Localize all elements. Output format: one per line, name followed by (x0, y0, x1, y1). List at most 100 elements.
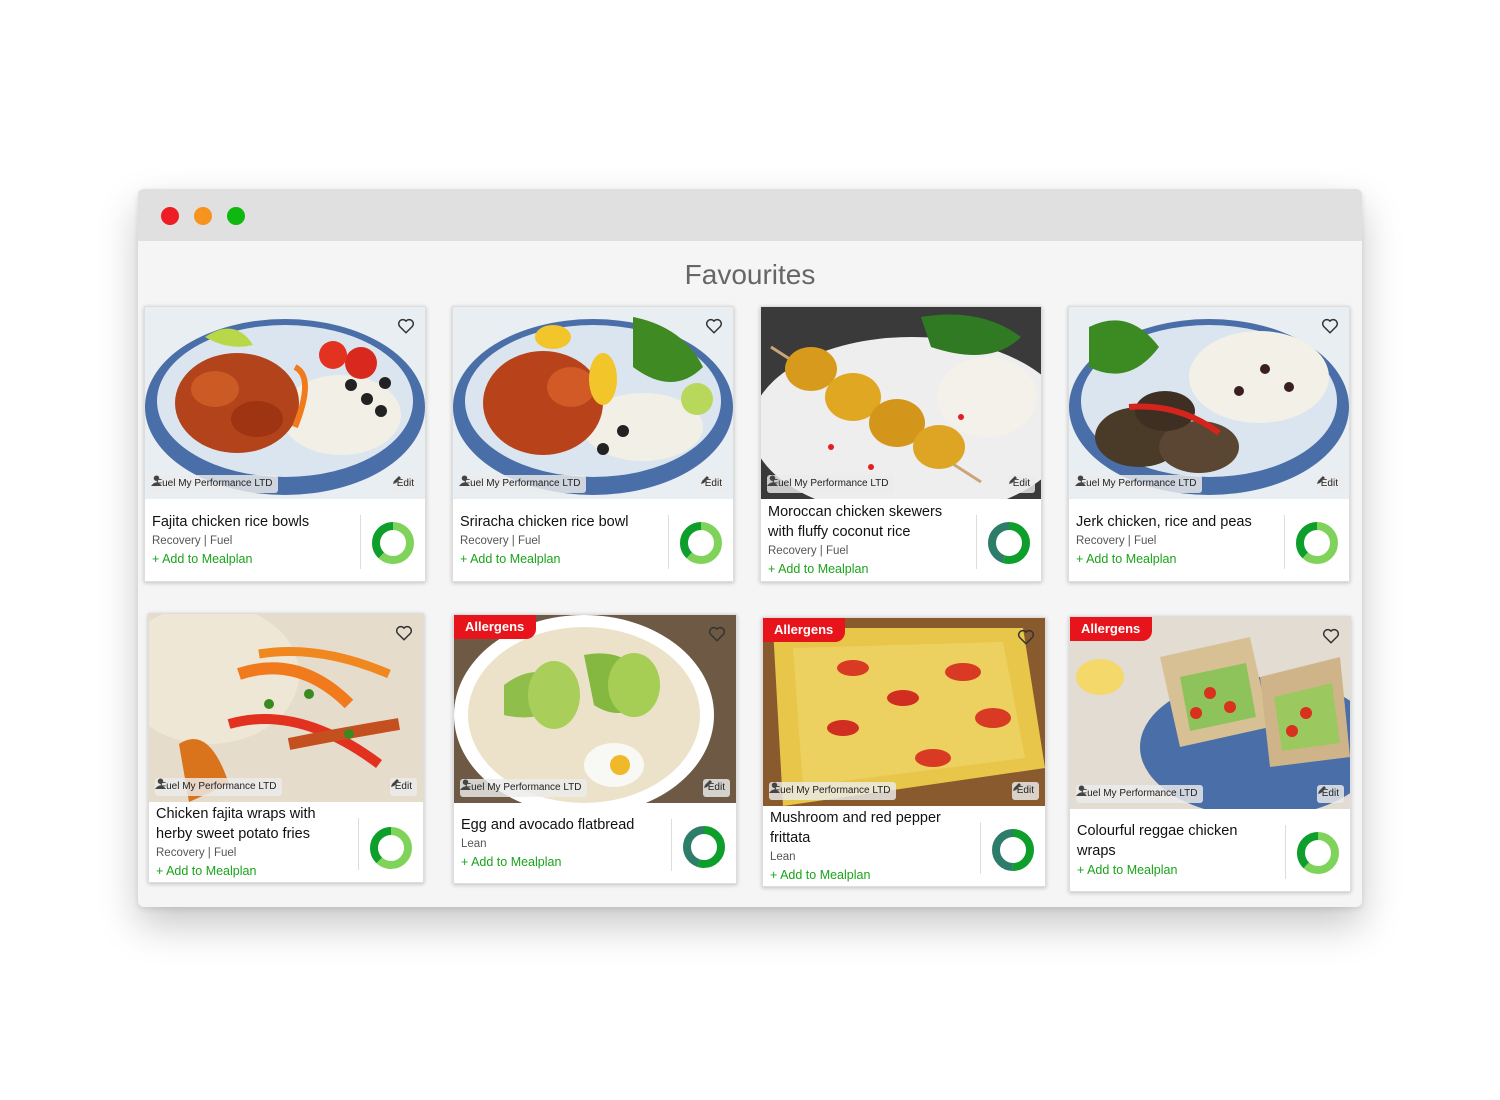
edit-button[interactable]: Edit (391, 475, 419, 493)
close-window-button[interactable] (161, 207, 179, 225)
allergens-badge[interactable]: Allergens (454, 615, 537, 639)
recipe-title[interactable]: Chicken fajita wraps with herby sweet po… (156, 804, 353, 844)
nutrition-donut-chart[interactable] (369, 826, 413, 870)
frittata-photo (763, 618, 1045, 806)
add-to-mealplan-link[interactable]: + Add to Mealplan (461, 853, 666, 871)
edit-button[interactable]: Edit (699, 475, 727, 493)
nutrition-donut-chart[interactable] (679, 521, 723, 565)
recipe-card[interactable]: Fuel My Performance LTD Edit Sriracha ch… (452, 306, 734, 582)
author-name: Fuel My Performance LTD (160, 781, 277, 792)
nutrition-donut-chart[interactable] (987, 521, 1031, 565)
recipe-info: Moroccan chicken skewers with fluffy coc… (761, 499, 971, 581)
add-to-mealplan-link[interactable]: + Add to Mealplan (768, 560, 971, 578)
author-name: Fuel My Performance LTD (156, 478, 273, 489)
recipe-card[interactable]: Allergens Fuel My Performance LTD Edit C… (1069, 616, 1351, 892)
recipe-card[interactable]: Allergens Fuel My Performance LTD Edit M… (762, 617, 1046, 887)
recipe-photo[interactable]: Allergens Fuel My Performance LTD Edit (763, 618, 1045, 806)
rice-bowl-photo (1069, 307, 1349, 499)
recipe-title[interactable]: Moroccan chicken skewers with fluffy coc… (768, 502, 971, 542)
donut-svg (992, 829, 1034, 871)
recipe-title[interactable]: Mushroom and red pepper frittata (770, 808, 975, 848)
recipe-photo[interactable]: Fuel My Performance LTD Edit (453, 307, 733, 499)
divider (360, 515, 361, 569)
recipe-title[interactable]: Egg and avocado flatbread (461, 815, 666, 835)
recipe-info: Chicken fajita wraps with herby sweet po… (149, 802, 353, 882)
favourite-heart-icon[interactable] (397, 317, 415, 335)
recipe-info: Colourful reggae chicken wraps + Add to … (1070, 809, 1280, 891)
recipe-title[interactable]: Colourful reggae chicken wraps (1077, 821, 1280, 861)
recipe-card[interactable]: Allergens Fuel My Performance LTD Edit E… (453, 614, 737, 884)
add-to-mealplan-link[interactable]: + Add to Mealplan (156, 862, 353, 880)
author-name: Fuel My Performance LTD (1080, 478, 1197, 489)
recipe-photo[interactable]: Fuel My Performance LTD Edit (1069, 307, 1349, 499)
person-icon (1075, 475, 1086, 486)
author-badge: Fuel My Performance LTD (1076, 785, 1203, 803)
chicken-wraps-photo (1070, 617, 1350, 809)
edit-button[interactable]: Edit (702, 779, 730, 797)
edit-button[interactable]: Edit (1007, 475, 1035, 493)
author-name: Fuel My Performance LTD (465, 782, 582, 793)
add-to-mealplan-link[interactable]: + Add to Mealplan (1077, 861, 1280, 879)
author-badge: Fuel My Performance LTD (769, 782, 896, 800)
donut-svg (1296, 522, 1338, 564)
edit-button[interactable]: Edit (1011, 782, 1039, 800)
favourite-heart-icon[interactable] (705, 317, 723, 335)
recipe-tags: Recovery | Fuel (156, 847, 237, 859)
add-to-mealplan-link[interactable]: + Add to Mealplan (1076, 550, 1279, 568)
recipe-photo[interactable]: Fuel My Performance LTD Edit (761, 307, 1041, 499)
allergens-badge[interactable]: Allergens (1070, 617, 1153, 641)
person-icon (151, 475, 162, 486)
author-name: Fuel My Performance LTD (772, 478, 889, 489)
edit-button[interactable]: Edit (1316, 785, 1344, 803)
recipe-title[interactable]: Sriracha chicken rice bowl (460, 512, 663, 532)
edit-button[interactable]: Edit (1315, 475, 1343, 493)
edit-button[interactable]: Edit (389, 778, 417, 796)
pencil-icon (1316, 476, 1325, 484)
author-badge: Fuel My Performance LTD (1075, 475, 1202, 493)
pencil-icon (390, 779, 399, 787)
person-icon (767, 475, 778, 486)
add-to-mealplan-link[interactable]: + Add to Mealplan (770, 866, 975, 884)
divider (1285, 825, 1286, 879)
recipe-photo[interactable]: Fuel My Performance LTD Edit (149, 614, 423, 802)
recipe-info: Mushroom and red pepper frittata Lean + … (763, 806, 975, 886)
nutrition-donut-chart[interactable] (1295, 521, 1339, 565)
favourite-heart-icon[interactable] (1321, 317, 1339, 335)
recipe-card[interactable]: Fuel My Performance LTD Edit Fajita chic… (144, 306, 426, 582)
maximize-window-button[interactable] (227, 207, 245, 225)
person-icon (155, 778, 166, 789)
add-to-mealplan-link[interactable]: + Add to Mealplan (152, 550, 355, 568)
recipe-card[interactable]: Fuel My Performance LTD Edit Moroccan ch… (760, 306, 1042, 582)
recipe-photo[interactable]: Fuel My Performance LTD Edit (145, 307, 425, 499)
favourite-heart-icon[interactable] (1322, 627, 1340, 645)
recipe-info: Egg and avocado flatbread Lean + Add to … (454, 803, 666, 883)
pencil-icon (1008, 476, 1017, 484)
donut-svg (680, 522, 722, 564)
author-name: Fuel My Performance LTD (1081, 788, 1198, 799)
recipe-tags: Recovery | Fuel (1076, 535, 1157, 547)
nutrition-donut-chart[interactable] (371, 521, 415, 565)
favourite-heart-icon[interactable] (395, 624, 413, 642)
browser-window: Favourites Fuel My Performance LTD Edit (138, 189, 1362, 907)
nutrition-donut-chart[interactable] (682, 825, 726, 869)
nutrition-donut-chart[interactable] (991, 828, 1035, 872)
minimize-window-button[interactable] (194, 207, 212, 225)
recipe-info: Jerk chicken, rice and peas Recovery | F… (1069, 499, 1279, 581)
author-badge: Fuel My Performance LTD (151, 475, 278, 493)
recipe-photo[interactable]: Allergens Fuel My Performance LTD Edit (1070, 617, 1350, 809)
recipe-title[interactable]: Jerk chicken, rice and peas (1076, 512, 1279, 532)
recipe-card[interactable]: Fuel My Performance LTD Edit Jerk chicke… (1068, 306, 1350, 582)
allergens-badge[interactable]: Allergens (763, 618, 846, 642)
recipe-photo[interactable]: Allergens Fuel My Performance LTD Edit (454, 615, 736, 803)
donut-svg (988, 522, 1030, 564)
recipe-card[interactable]: Fuel My Performance LTD Edit Chicken faj… (148, 613, 424, 883)
favourite-heart-icon[interactable] (1017, 628, 1035, 646)
donut-svg (683, 826, 725, 868)
nutrition-donut-chart[interactable] (1296, 831, 1340, 875)
divider (358, 818, 359, 870)
divider (671, 819, 672, 871)
add-to-mealplan-link[interactable]: + Add to Mealplan (460, 550, 663, 568)
favourite-heart-icon[interactable] (708, 625, 726, 643)
divider (980, 822, 981, 874)
recipe-title[interactable]: Fajita chicken rice bowls (152, 512, 355, 532)
